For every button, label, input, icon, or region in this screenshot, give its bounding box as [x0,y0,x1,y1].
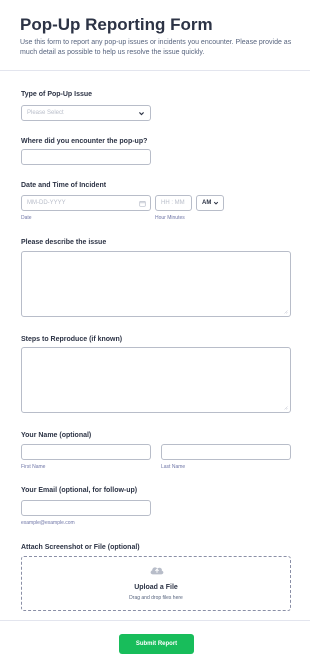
email-input[interactable] [21,500,151,516]
name-field: Your Name (optional) [21,431,91,440]
upload-hint: Drag and drop files here [129,595,183,601]
description-textarea[interactable] [21,251,291,317]
last-name-input[interactable] [161,444,291,460]
email-sublabel: example@example.com [21,520,75,526]
issue-type-select[interactable]: Please Select [21,105,151,121]
datetime-label: Date and Time of Incident [21,182,107,189]
chevron-down-icon [213,201,219,205]
footer-divider [0,620,310,621]
date-input[interactable]: MM-DD-YYYY [21,195,151,211]
form-header: Pop-Up Reporting Form Use this form to r… [0,0,310,70]
date-placeholder: MM-DD-YYYY [27,200,66,206]
description-label: Please describe the issue [21,239,107,246]
upload-title: Upload a File [134,584,178,591]
location-input[interactable] [21,149,151,165]
email-field: Your Email (optional, for follow-up) [21,486,137,495]
last-name-sublabel: Last Name [161,464,186,470]
date-sublabel: Date [21,215,32,221]
file-dropzone[interactable]: Upload a File Drag and drop files here [21,556,291,611]
steps-textarea[interactable] [21,347,291,413]
form-description: Use this form to report any pop-up issue… [20,39,292,56]
description-field: Please describe the issue [21,238,106,247]
attachment-label: Attach Screenshot or File (optional) [21,544,140,551]
first-name-input[interactable] [21,444,151,460]
resize-handle-icon[interactable] [283,309,288,314]
name-label: Your Name (optional) [21,432,92,439]
issue-type-field: Type of Pop-Up Issue [21,90,92,99]
time-input[interactable]: HH : MM [155,195,192,211]
header-divider [0,70,310,71]
time-placeholder: HH : MM [161,200,185,206]
location-label: Where did you encounter the pop-up? [21,138,148,145]
location-field: Where did you encounter the pop-up? [21,137,147,146]
steps-field: Steps to Reproduce (if known) [21,335,122,344]
form-title: Pop-Up Reporting Form [20,15,213,34]
ampm-select[interactable]: AM [196,195,224,211]
time-sublabel: Hour Minutes [155,215,185,221]
chevron-down-icon [139,112,144,116]
issue-type-placeholder: Please Select [27,110,64,116]
resize-handle-icon[interactable] [283,405,288,410]
calendar-icon[interactable] [139,200,146,207]
email-label: Your Email (optional, for follow-up) [21,487,138,494]
attachment-field: Attach Screenshot or File (optional) [21,543,140,552]
submit-button[interactable]: Submit Report [119,634,194,654]
issue-type-label: Type of Pop-Up Issue [21,91,93,98]
first-name-sublabel: First Name [21,464,46,470]
ampm-value: AM [202,200,212,206]
datetime-field: Date and Time of Incident [21,181,106,190]
cloud-upload-icon [150,567,164,575]
steps-label: Steps to Reproduce (if known) [21,336,123,343]
